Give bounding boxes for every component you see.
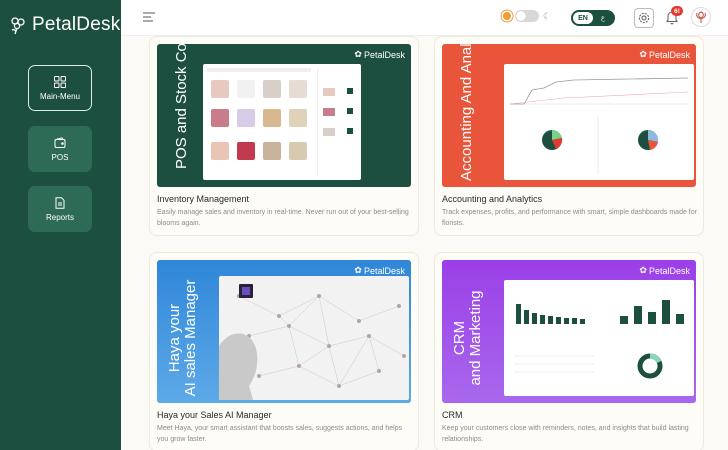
settings-button[interactable]	[634, 8, 654, 28]
brand-logo[interactable]: PetalDesk	[8, 14, 120, 36]
card-title: Haya your Sales AI Manager	[157, 410, 272, 420]
card-image: ✿ PetalDesk POS and Stock Controls	[157, 44, 411, 187]
feature-card-haya-ai[interactable]: ✿ PetalDesk Haya your AI sales Manager H…	[149, 252, 419, 450]
ai-network-mock	[219, 276, 409, 400]
brand-name: PetalDesk	[32, 14, 121, 35]
card-image: ✿ PetalDesk CRM and Marketing	[442, 260, 696, 403]
sidebar-item-pos[interactable]: POS	[28, 126, 92, 172]
feature-card-inventory[interactable]: ✿ PetalDesk POS and Stock Controls Inven…	[149, 36, 419, 236]
sun-icon	[503, 12, 511, 20]
card-brand: ✿ PetalDesk	[639, 265, 690, 276]
theme-toggle[interactable]: ☾	[503, 10, 551, 22]
card-image-caption: Haya your AI sales Manager	[166, 279, 199, 397]
petal-logo-icon	[11, 17, 25, 35]
card-description: Easily manage sales and inventory in rea…	[157, 209, 409, 227]
card-title: Accounting and Analytics	[442, 194, 543, 204]
crm-mock-graphic	[514, 300, 684, 379]
document-icon	[55, 196, 65, 209]
ai-network-graphic	[219, 284, 406, 400]
feature-card-crm[interactable]: ✿ PetalDesk CRM and Marketing CRM Keep y…	[434, 252, 704, 450]
sidebar-item-main-menu[interactable]: Main-Menu	[28, 65, 92, 111]
language-toggle[interactable]: EN ع	[571, 10, 615, 26]
card-title: Inventory Management	[157, 194, 250, 204]
petal-logo-icon: ✿	[639, 49, 647, 59]
notification-badge: 6!	[671, 6, 683, 16]
moon-icon: ☾	[543, 10, 552, 21]
feature-card-accounting[interactable]: ✿ PetalDesk Accounting And Analytics Acc…	[434, 36, 704, 236]
card-description: Keep your customers close with reminders…	[442, 425, 689, 443]
card-brand: ✿ PetalDesk	[354, 49, 405, 60]
card-brand: ✿ PetalDesk	[639, 49, 690, 60]
card-image-caption: Accounting And Analytics	[458, 44, 475, 181]
card-description: Track expenses, profits, and performance…	[442, 209, 697, 227]
sidebar: PetalDesk Main-Menu POS Reports	[0, 0, 121, 450]
gear-icon	[638, 12, 650, 24]
language-option-ar[interactable]: ع	[593, 14, 613, 22]
sidebar-item-label: Main-Menu	[39, 91, 80, 101]
sidebar-item-label: Reports	[45, 212, 74, 222]
card-image: ✿ PetalDesk Haya your AI sales Manager	[157, 260, 411, 403]
analytics-screenshot-mock	[504, 64, 694, 180]
sidebar-item-reports[interactable]: Reports	[28, 186, 92, 232]
petal-logo-icon: ✿	[639, 265, 647, 275]
crm-screenshot-mock	[504, 280, 694, 396]
wallet-icon	[54, 136, 66, 148]
flower-avatar-icon	[696, 11, 706, 23]
grid-icon	[54, 75, 66, 88]
card-description: Meet Haya, your smart assistant that boo…	[157, 425, 403, 443]
card-brand: ✿ PetalDesk	[354, 265, 405, 276]
petal-logo-icon: ✿	[354, 265, 362, 275]
top-header: ☾ EN ع 6!	[121, 0, 728, 36]
petal-logo-icon: ✿	[354, 49, 362, 59]
card-image-caption: POS and Stock Controls	[173, 44, 190, 169]
card-image: ✿ PetalDesk Accounting And Analytics	[442, 44, 696, 187]
language-option-en[interactable]: EN	[573, 12, 593, 24]
pos-screenshot-mock	[203, 64, 361, 180]
card-image-caption: CRM and Marketing	[451, 290, 484, 386]
avatar[interactable]	[691, 7, 711, 27]
analytics-mock-graphic	[509, 77, 689, 174]
theme-switch[interactable]	[515, 10, 539, 22]
menu-toggle-icon[interactable]	[143, 12, 155, 22]
sidebar-item-label: POS	[51, 152, 69, 162]
card-title: CRM	[442, 410, 463, 420]
